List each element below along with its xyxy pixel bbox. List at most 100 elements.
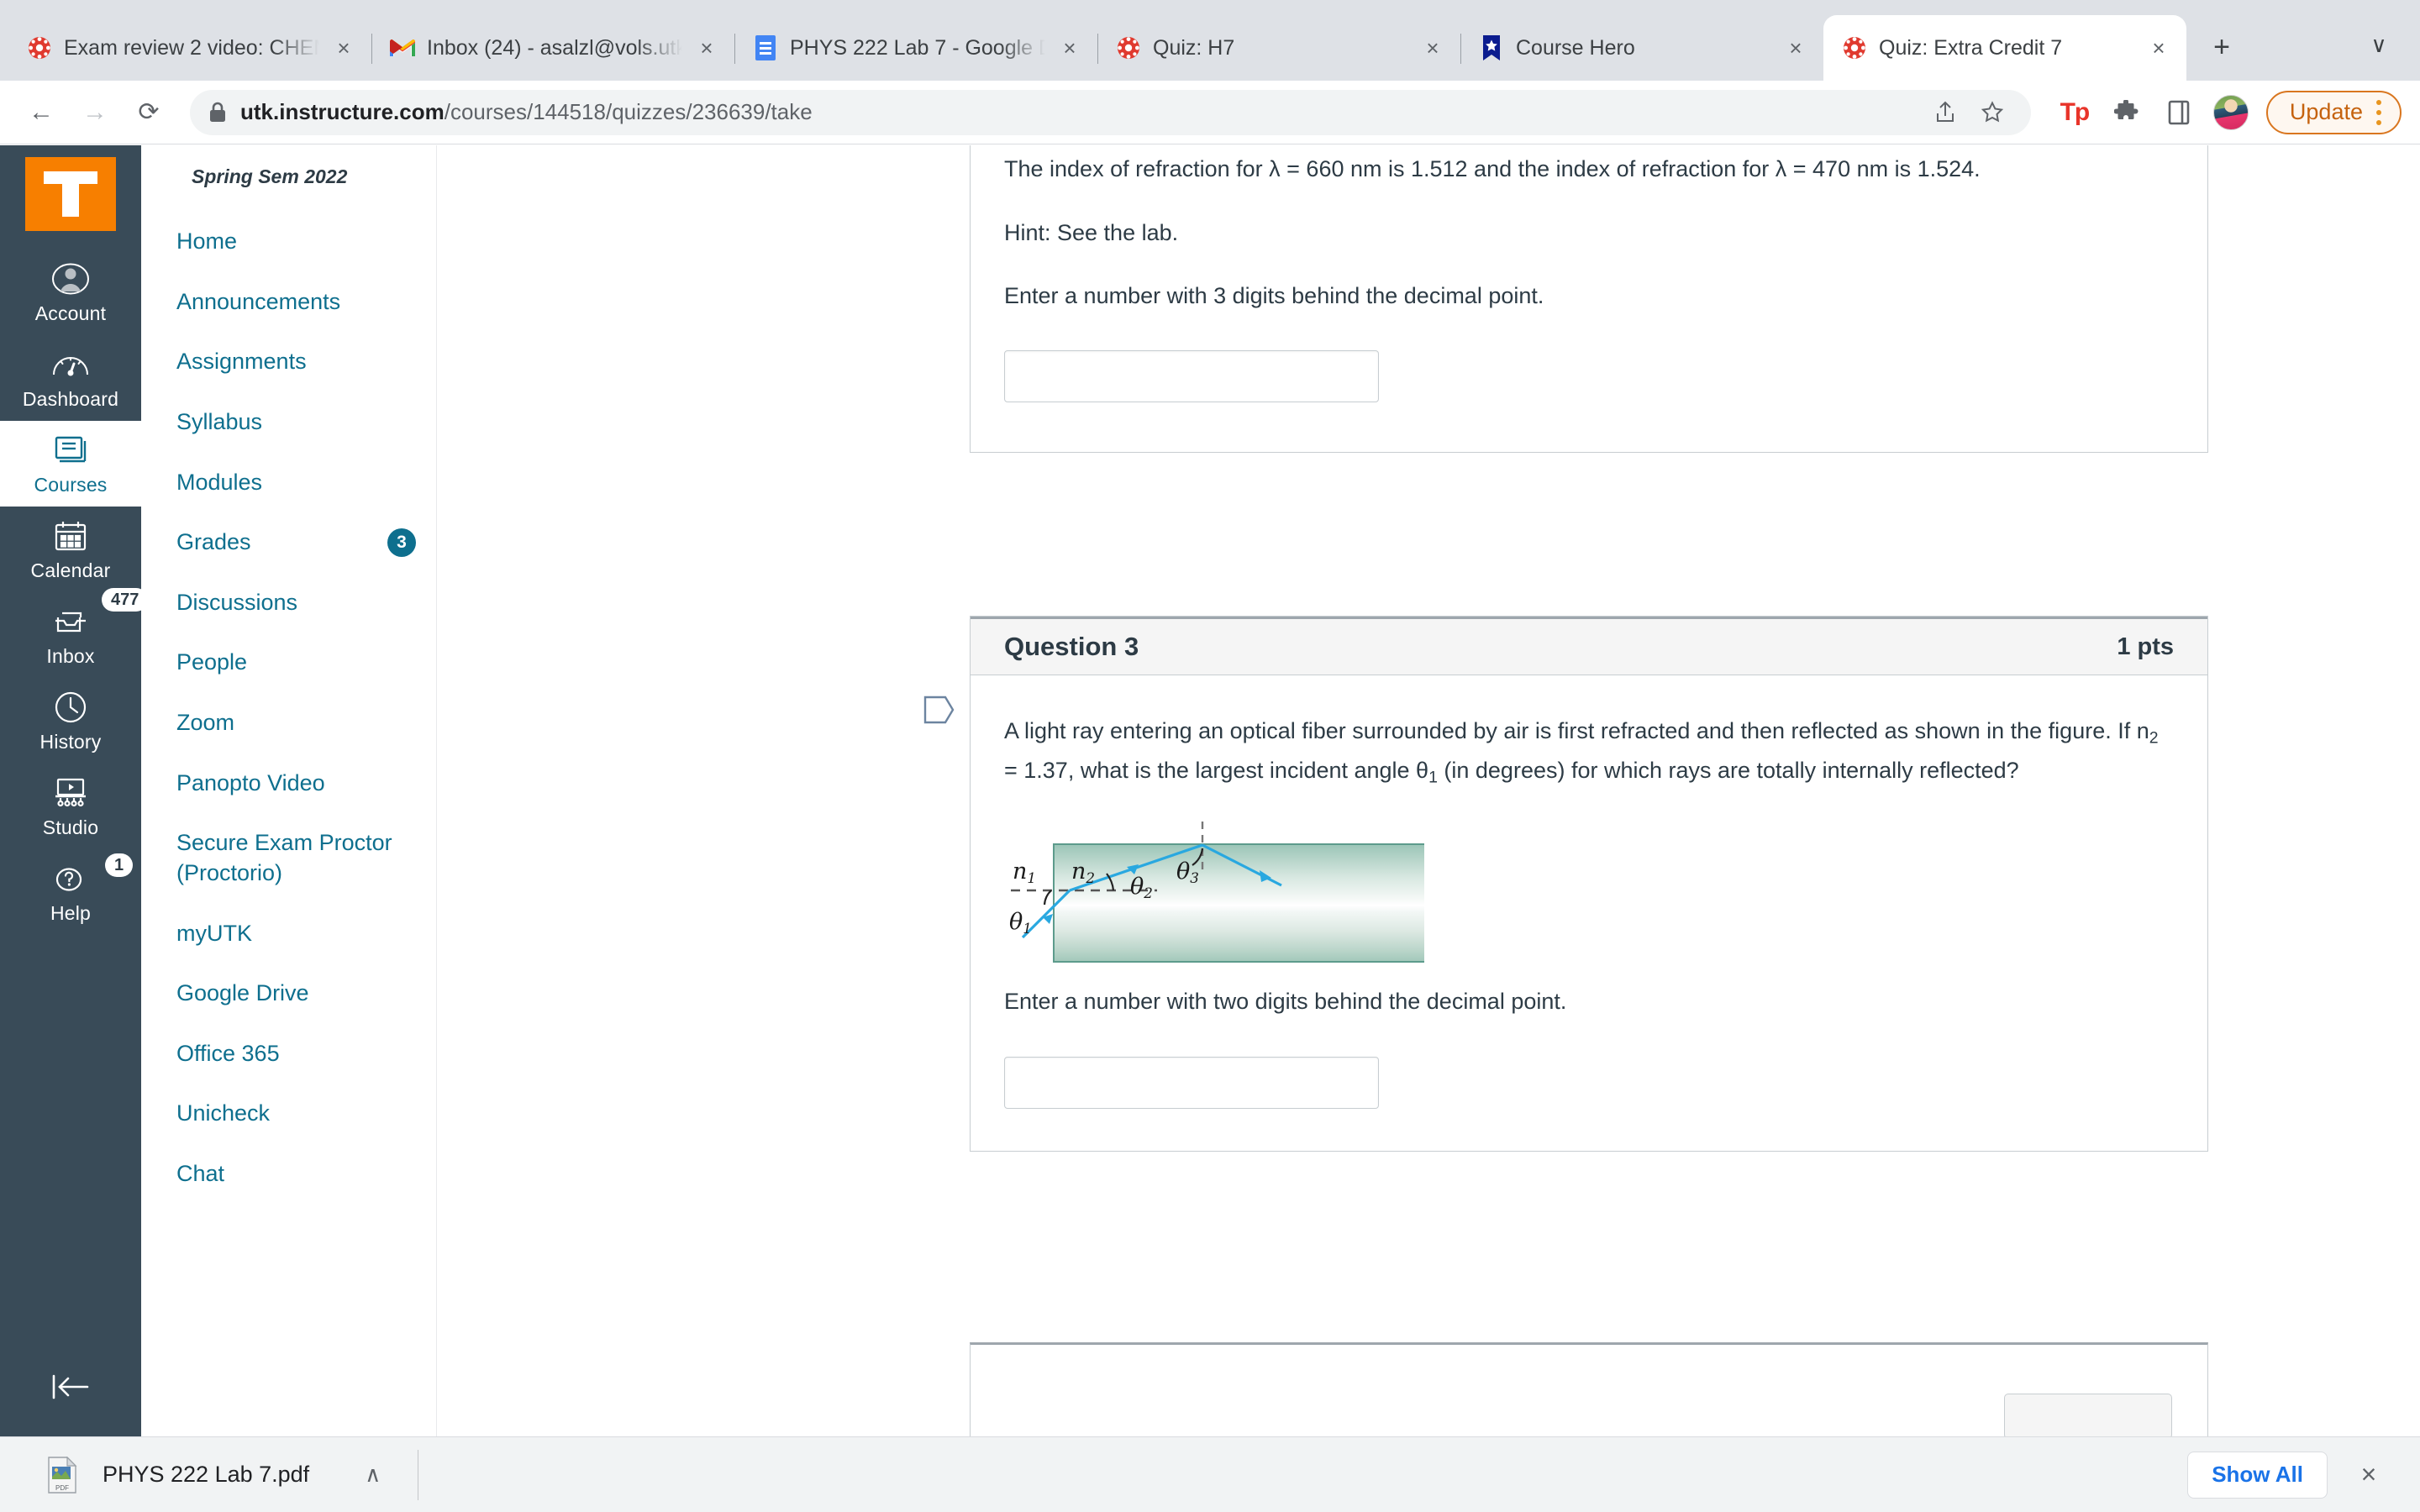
- n1-label: n1: [1013, 858, 1037, 887]
- address-bar[interactable]: utk.instructure.com/courses/144518/quizz…: [190, 89, 2031, 135]
- sidebar-item-courses[interactable]: Courses: [0, 421, 141, 507]
- close-icon[interactable]: ×: [1417, 32, 1449, 64]
- sidebar-item-history[interactable]: History: [0, 678, 141, 764]
- extensions-area: Tp Update: [2046, 89, 2402, 136]
- close-icon[interactable]: ×: [1780, 32, 1812, 64]
- course-nav-label: Zoom: [176, 710, 235, 735]
- course-nav-item-google-drive[interactable]: Google Drive: [141, 969, 436, 1019]
- course-nav-item-chat[interactable]: Chat: [141, 1149, 436, 1200]
- theta1-arc: [1043, 890, 1052, 906]
- canvas-icon: [27, 35, 52, 60]
- tab-strip-right-controls: ∨: [2360, 25, 2420, 81]
- sidebar-item-dashboard[interactable]: Dashboard: [0, 335, 141, 421]
- pdf-file-icon: PDF: [47, 1456, 77, 1494]
- sidebar-item-inbox[interactable]: 477 Inbox: [0, 588, 149, 678]
- show-all-button[interactable]: Show All: [2187, 1451, 2328, 1499]
- answer-input[interactable]: [1004, 350, 1379, 403]
- reflected-ray: [1202, 843, 1282, 887]
- new-tab-button[interactable]: +: [2198, 24, 2245, 71]
- course-nav-label: People: [176, 649, 248, 675]
- quiz-content: and blue beams separated when they emerg…: [437, 145, 2420, 1436]
- course-nav-item-home[interactable]: Home: [141, 217, 436, 267]
- course-nav-item-zoom[interactable]: Zoom: [141, 698, 436, 748]
- course-hero-icon: [1479, 35, 1504, 60]
- forward-icon[interactable]: →: [72, 90, 118, 135]
- dashboard-gauge-icon: [51, 344, 90, 385]
- reading-list-icon[interactable]: [2155, 89, 2202, 136]
- tab-title: Quiz: H7: [1153, 35, 1235, 60]
- download-filename: PHYS 222 Lab 7.pdf: [103, 1462, 310, 1487]
- close-icon[interactable]: ×: [1054, 32, 1086, 64]
- sidebar-item-label: Help: [50, 902, 92, 924]
- browser-tab[interactable]: Exam review 2 video: CHEM ×: [8, 15, 371, 81]
- share-icon[interactable]: [1925, 92, 1965, 133]
- browser-tab[interactable]: Inbox (24) - asalzl@vols.utk ×: [371, 15, 734, 81]
- prompt-part-2: = 1.37, what is the largest incident ang…: [1004, 758, 1429, 784]
- course-nav-item-panopto-video[interactable]: Panopto Video: [141, 759, 436, 809]
- course-nav-item-assignments[interactable]: Assignments: [141, 337, 436, 387]
- browser-tab-active[interactable]: Quiz: Extra Credit 7 ×: [1823, 15, 2186, 81]
- browser-tab[interactable]: Quiz: H7 ×: [1097, 15, 1460, 81]
- course-nav-item-modules[interactable]: Modules: [141, 458, 436, 508]
- sidebar-item-calendar[interactable]: Calendar: [0, 507, 141, 592]
- sidebar-item-label: Account: [34, 302, 107, 324]
- browser-menu-icon[interactable]: [2376, 99, 2381, 125]
- course-nav-item-office-365[interactable]: Office 365: [141, 1029, 436, 1079]
- tp-extension-icon[interactable]: Tp: [2051, 89, 2098, 136]
- update-button[interactable]: Update: [2265, 90, 2402, 134]
- sidebar-item-help[interactable]: 1 Help: [0, 849, 141, 935]
- browser-tab[interactable]: Course Hero ×: [1460, 15, 1823, 81]
- course-nav-item-announcements[interactable]: Announcements: [141, 277, 436, 328]
- answer-input[interactable]: [1004, 1056, 1379, 1109]
- close-icon[interactable]: ×: [691, 32, 723, 64]
- question-text: and blue beams separated when they emerg…: [1004, 145, 2172, 315]
- course-nav-label: Panopto Video: [176, 769, 325, 795]
- collapse-nav-icon[interactable]: [41, 1366, 100, 1408]
- fiber-rays-svg: [1011, 822, 1282, 939]
- next-card-button[interactable]: [2004, 1394, 2172, 1436]
- url-text: utk.instructure.com/courses/144518/quizz…: [240, 99, 813, 125]
- close-icon[interactable]: ×: [328, 32, 360, 64]
- sidebar-item-studio[interactable]: Studio: [0, 764, 141, 849]
- course-term-label: Spring Sem 2022: [192, 165, 348, 187]
- canvas-icon: [1116, 35, 1141, 60]
- sidebar-item-label: Studio: [42, 816, 99, 838]
- course-nav-label: Assignments: [176, 349, 307, 375]
- answer-instruction: Enter a number with two digits behind th…: [1004, 983, 2172, 1021]
- chevron-up-icon[interactable]: ∧: [365, 1462, 381, 1488]
- reload-icon[interactable]: ⟳: [126, 90, 171, 135]
- course-nav-label: Modules: [176, 469, 263, 495]
- bookmark-star-icon[interactable]: [1972, 92, 2012, 133]
- tab-title: Quiz: Extra Credit 7: [1879, 35, 2063, 60]
- url-path: /courses/144518/quizzes/236639/take: [444, 99, 813, 124]
- course-nav-label: Unicheck: [176, 1100, 271, 1126]
- question-body: and blue beams separated when they emerg…: [971, 145, 2207, 444]
- lock-icon: [208, 102, 227, 123]
- course-nav-item-myutk[interactable]: myUTK: [141, 909, 436, 959]
- course-nav-item-unicheck[interactable]: Unicheck: [141, 1089, 436, 1139]
- download-item[interactable]: PDF PHYS 222 Lab 7.pdf ∧: [29, 1449, 419, 1500]
- question-body: A light ray entering an optical fiber su…: [971, 675, 2207, 1151]
- close-icon[interactable]: ×: [2346, 1452, 2391, 1498]
- back-icon[interactable]: ←: [18, 90, 64, 135]
- course-nav-item-secure-exam-proctor[interactable]: Secure Exam Proctor (Proctorio): [141, 818, 436, 898]
- utk-logo[interactable]: [25, 157, 116, 231]
- course-nav-item-people[interactable]: People: [141, 638, 436, 688]
- prompt-part-3: (in degrees) for which rays are totally …: [1437, 758, 2019, 784]
- question-card-next: [970, 1342, 2208, 1436]
- sidebar-item-label: Courses: [34, 474, 108, 496]
- course-nav-item-grades[interactable]: Grades 3: [141, 517, 436, 568]
- profile-avatar[interactable]: [2207, 89, 2254, 136]
- page-viewport: Account Dashboard Courses Calendar 477 I…: [0, 145, 2420, 1436]
- course-nav-label: Announcements: [176, 288, 341, 314]
- course-nav-item-syllabus[interactable]: Syllabus: [141, 397, 436, 448]
- chevron-down-icon[interactable]: ∨: [2360, 25, 2398, 64]
- download-bar-actions: Show All ×: [2187, 1451, 2391, 1499]
- close-icon[interactable]: ×: [2143, 32, 2175, 64]
- course-nav-item-discussions[interactable]: Discussions: [141, 578, 436, 628]
- question-mark-icon: 1: [53, 853, 134, 899]
- puzzle-extension-icon[interactable]: [2103, 89, 2150, 136]
- sidebar-item-account[interactable]: Account: [0, 249, 141, 335]
- question-flag-icon[interactable]: [923, 696, 955, 724]
- browser-tab[interactable]: PHYS 222 Lab 7 - Google D ×: [734, 15, 1097, 81]
